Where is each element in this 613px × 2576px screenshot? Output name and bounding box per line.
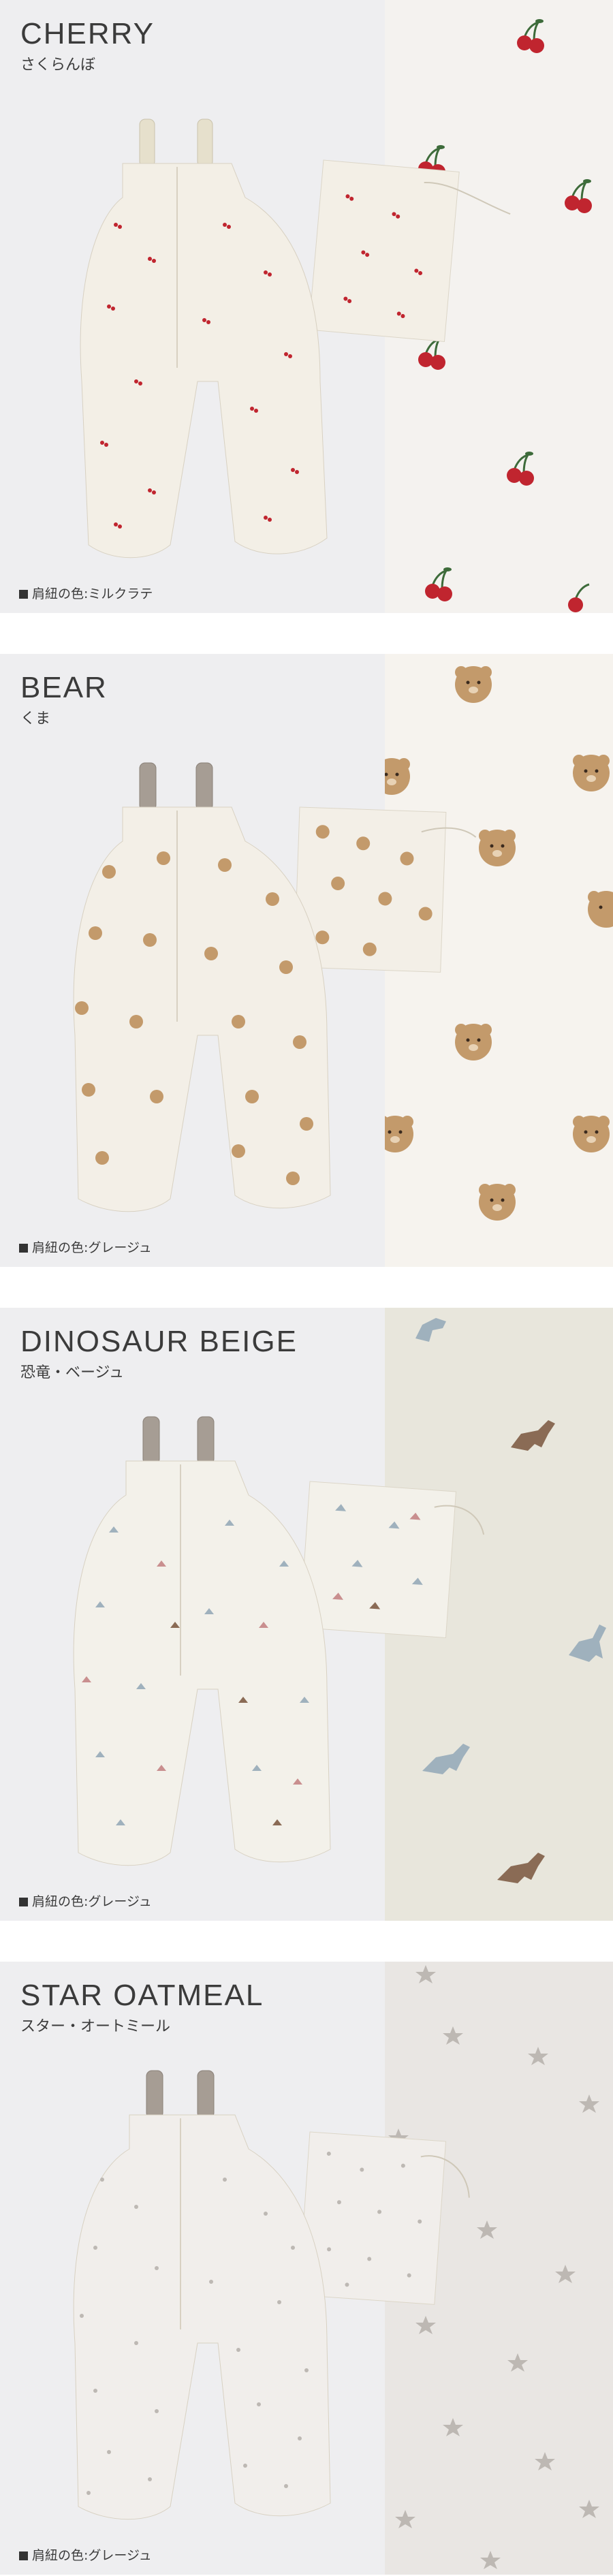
product-image — [73, 2070, 470, 2520]
square-bullet-icon — [19, 2551, 28, 2560]
strap-color-label: 肩紐の色:グレージュ — [32, 1894, 152, 1909]
square-bullet-icon — [19, 590, 28, 599]
product-section-dinosaur-beige: DINOSAUR BEIGE 恐竜・ベージュ 肩紐の色:グレージュ — [0, 1308, 613, 1921]
product-image — [73, 1416, 485, 1866]
strap-color-note: 肩紐の色:グレージュ — [19, 1896, 152, 1909]
drawstring-pouch — [308, 159, 511, 343]
strap-color-label: 肩紐の色:グレージュ — [32, 2548, 152, 2563]
product-section-cherry: CHERRY さくらんぼ 肩紐の色:ミルクラテ — [0, 0, 613, 613]
drawstring-pouch — [294, 806, 477, 973]
strap-color-note: 肩紐の色:ミルクラテ — [19, 588, 153, 601]
rain-overalls — [73, 2070, 331, 2520]
square-bullet-icon — [19, 1898, 28, 1906]
strap-color-label: 肩紐の色:グレージュ — [32, 1240, 152, 1255]
strap-color-label: 肩紐の色:ミルクラテ — [32, 586, 153, 601]
square-bullet-icon — [19, 1244, 28, 1253]
rain-overalls — [73, 762, 331, 1212]
product-section-star-oatmeal: STAR OATMEAL スター・オートミール 肩紐の色:グレージュ — [0, 1962, 613, 2575]
rain-overalls — [80, 119, 328, 559]
product-section-bear: BEAR くま 肩紐の色:グレージュ — [0, 654, 613, 1267]
product-image — [80, 119, 511, 559]
drawstring-pouch — [298, 2131, 470, 2305]
strap-color-note: 肩紐の色:グレージュ — [19, 1242, 152, 1255]
rain-overalls — [73, 1416, 331, 1866]
product-image — [73, 762, 477, 1212]
strap-color-note: 肩紐の色:グレージュ — [19, 2549, 152, 2562]
drawstring-pouch — [299, 1481, 485, 1639]
